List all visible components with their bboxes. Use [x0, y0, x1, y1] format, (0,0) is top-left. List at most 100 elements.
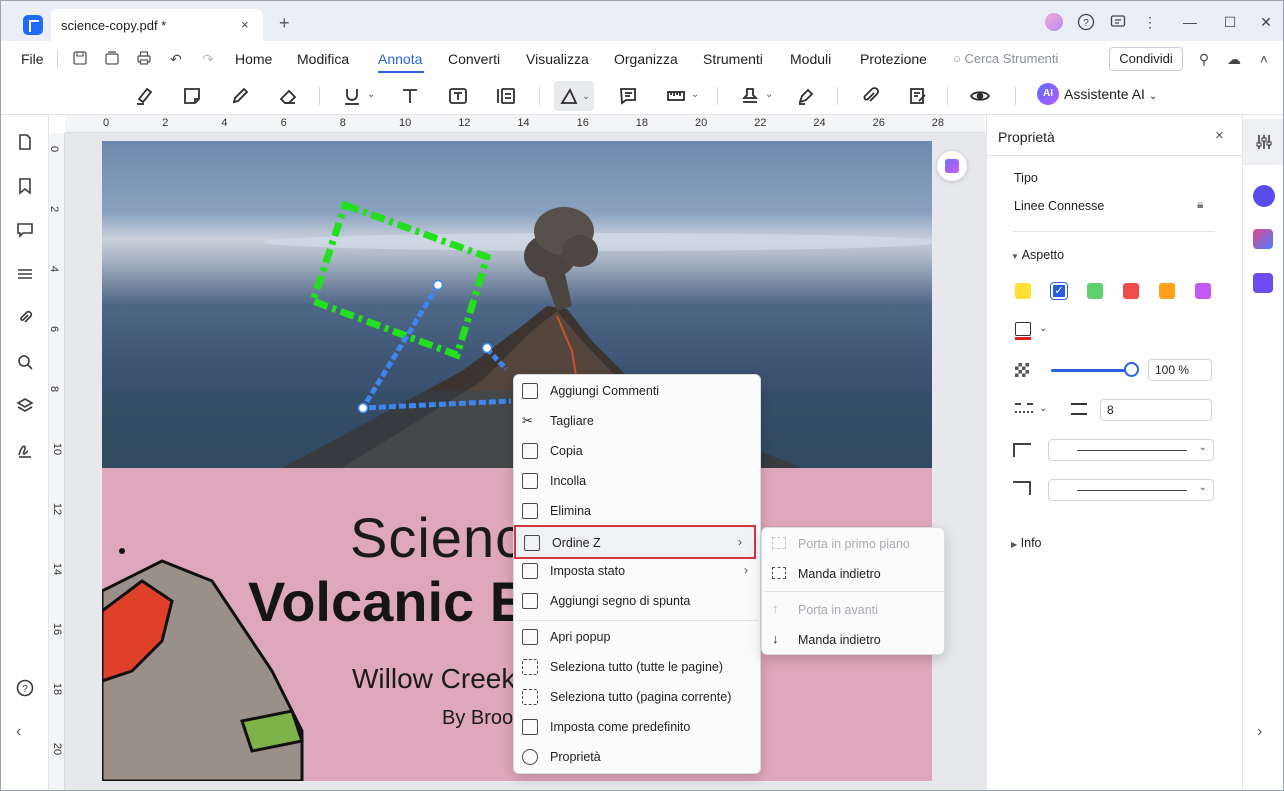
measure-icon[interactable]	[661, 81, 691, 111]
highlighter-icon[interactable]	[129, 81, 159, 111]
menu-item-elimina[interactable]: Elimina	[514, 496, 760, 526]
menu-converti[interactable]: Converti	[448, 51, 500, 67]
menu-organizza[interactable]: Organizza	[614, 51, 678, 67]
attachment-icon[interactable]	[855, 81, 885, 111]
feedback-icon[interactable]	[1109, 13, 1127, 31]
opacity-slider-track[interactable]	[1051, 369, 1131, 372]
color-swatch[interactable]	[1123, 283, 1139, 299]
ai-assistant-button[interactable]: Assistente AI ⌄	[1064, 86, 1157, 102]
collapse-ribbon-icon[interactable]: ˄	[1255, 50, 1273, 68]
layers-list-icon[interactable]	[16, 265, 34, 283]
undo-icon[interactable]: ↶	[167, 50, 185, 68]
share-button[interactable]: Condividi	[1109, 47, 1183, 71]
selected-annotations[interactable]	[301, 191, 521, 421]
comment-icon[interactable]	[613, 81, 643, 111]
shape-tool-icon[interactable]: ⌄	[554, 81, 594, 111]
menu-item-apri-popup[interactable]: Apri popup	[514, 622, 760, 652]
save-icon[interactable]	[71, 50, 89, 68]
opacity-field[interactable]: 100 %	[1148, 359, 1212, 381]
stroke-color-icon[interactable]	[1015, 322, 1031, 336]
menu-moduli[interactable]: Moduli	[790, 51, 831, 67]
close-panel-icon[interactable]: ×	[1215, 127, 1224, 144]
help-icon[interactable]: ?	[16, 679, 34, 697]
chevron-down-icon[interactable]: ⌄	[765, 89, 773, 100]
floating-ai-button[interactable]	[937, 151, 967, 181]
more-options-icon[interactable]: ⋮	[1141, 13, 1159, 31]
pencil-icon[interactable]	[225, 81, 255, 111]
menu-item-aggiungi-commenti[interactable]: Aggiungi Commenti	[514, 376, 760, 406]
aspetto-section[interactable]: ▼ Aspetto	[1011, 248, 1064, 262]
line-width-field[interactable]: 8	[1100, 399, 1212, 421]
page-thumbnail-icon[interactable]	[16, 133, 34, 151]
comments-icon[interactable]	[16, 221, 34, 239]
cloud-upload-icon[interactable]: ☁	[1225, 50, 1243, 68]
menu-item-incolla[interactable]: Incolla	[514, 466, 760, 496]
search-icon[interactable]	[16, 353, 34, 371]
avatar[interactable]	[1045, 13, 1063, 31]
chevron-down-icon[interactable]: ⌄	[1039, 323, 1047, 334]
layers-icon[interactable]	[16, 397, 34, 415]
help-icon[interactable]: ?	[1077, 13, 1095, 31]
chevron-down-icon[interactable]: ⌄	[1039, 403, 1047, 414]
save-as-icon[interactable]	[103, 50, 121, 68]
menu-item-imposta-predefinito[interactable]: Imposta come predefinito	[514, 712, 760, 742]
stamp-icon[interactable]	[735, 81, 765, 111]
menu-file[interactable]: File	[21, 51, 44, 67]
menu-visualizza[interactable]: Visualizza	[526, 51, 589, 67]
menu-item-tagliare[interactable]: ✂ Tagliare	[514, 406, 760, 436]
expand-right-icon[interactable]: ›	[1257, 723, 1262, 741]
menu-item-seleziona-tutto-pagine[interactable]: Seleziona tutto (tutte le pagine)	[514, 652, 760, 682]
menu-item-seleziona-tutto-corrente[interactable]: Seleziona tutto (pagina corrente)	[514, 682, 760, 712]
ai-bot-icon[interactable]	[1253, 185, 1275, 207]
sticky-note-icon[interactable]	[177, 81, 207, 111]
line-end-select[interactable]: ⌄	[1048, 479, 1214, 501]
signature-icon[interactable]	[791, 81, 821, 111]
maximize-icon[interactable]: ☐	[1221, 13, 1239, 31]
text-icon[interactable]	[395, 81, 425, 111]
menu-strumenti[interactable]: Strumenti	[703, 51, 763, 67]
signature-icon[interactable]	[16, 441, 34, 459]
network-icon[interactable]: ⚲	[1195, 50, 1213, 68]
new-tab-button[interactable]: +	[279, 13, 290, 34]
ai-assistant-icon[interactable]: AI	[1037, 83, 1059, 105]
underline-icon[interactable]	[337, 81, 367, 111]
info-section[interactable]: ▶ Info	[1011, 536, 1042, 550]
properties-tab-active[interactable]	[1243, 119, 1283, 165]
translate-icon[interactable]	[1253, 229, 1273, 249]
menu-item-imposta-stato[interactable]: Imposta stato ›	[514, 556, 760, 586]
close-window-icon[interactable]: ✕	[1257, 13, 1275, 31]
bookmark-icon[interactable]	[16, 177, 34, 195]
eye-icon[interactable]	[965, 81, 995, 111]
opacity-slider-handle[interactable]	[1124, 362, 1139, 377]
submenu-manda-indietro-2[interactable]: ↓ Manda indietro	[762, 624, 944, 654]
color-swatch[interactable]	[1159, 283, 1175, 299]
menu-protezione[interactable]: Protezione	[860, 51, 927, 67]
task-check-icon[interactable]	[1253, 273, 1273, 293]
menu-item-copia[interactable]: Copia	[514, 436, 760, 466]
menu-item-ordine-z[interactable]: Ordine Z ›	[514, 525, 756, 559]
menu-item-proprieta[interactable]: Proprietà	[514, 742, 760, 772]
callout-icon[interactable]	[491, 81, 521, 111]
collapse-left-icon[interactable]: ‹	[16, 723, 34, 741]
search-input[interactable]: Cerca Strumenti	[964, 51, 1058, 66]
minimize-icon[interactable]: —	[1181, 13, 1199, 31]
submenu-manda-indietro[interactable]: Manda indietro	[762, 558, 944, 588]
color-swatch[interactable]	[1015, 283, 1031, 299]
search-tools[interactable]: ○ Cerca Strumenti	[953, 51, 1058, 66]
menu-home[interactable]: Home	[235, 51, 272, 67]
menu-item-segno-spunta[interactable]: Aggiungi segno di spunta	[514, 586, 760, 616]
menu-modifica[interactable]: Modifica	[297, 51, 349, 67]
eraser-icon[interactable]	[273, 81, 303, 111]
color-swatch[interactable]: ✓	[1050, 282, 1068, 300]
document-tab[interactable]: science-copy.pdf *	[51, 9, 263, 42]
color-swatch[interactable]	[1195, 283, 1211, 299]
attachment-icon[interactable]	[16, 309, 34, 327]
chevron-down-icon[interactable]: ⌄	[367, 89, 375, 100]
color-swatch[interactable]	[1087, 283, 1103, 299]
print-icon[interactable]	[135, 50, 153, 68]
manage-annotations-icon[interactable]	[903, 81, 933, 111]
menu-annota[interactable]: Annota	[378, 51, 422, 67]
textbox-icon[interactable]	[443, 81, 473, 111]
lock-icon[interactable]: 🔒︎	[1197, 197, 1203, 212]
line-style-icon[interactable]	[1015, 403, 1033, 413]
